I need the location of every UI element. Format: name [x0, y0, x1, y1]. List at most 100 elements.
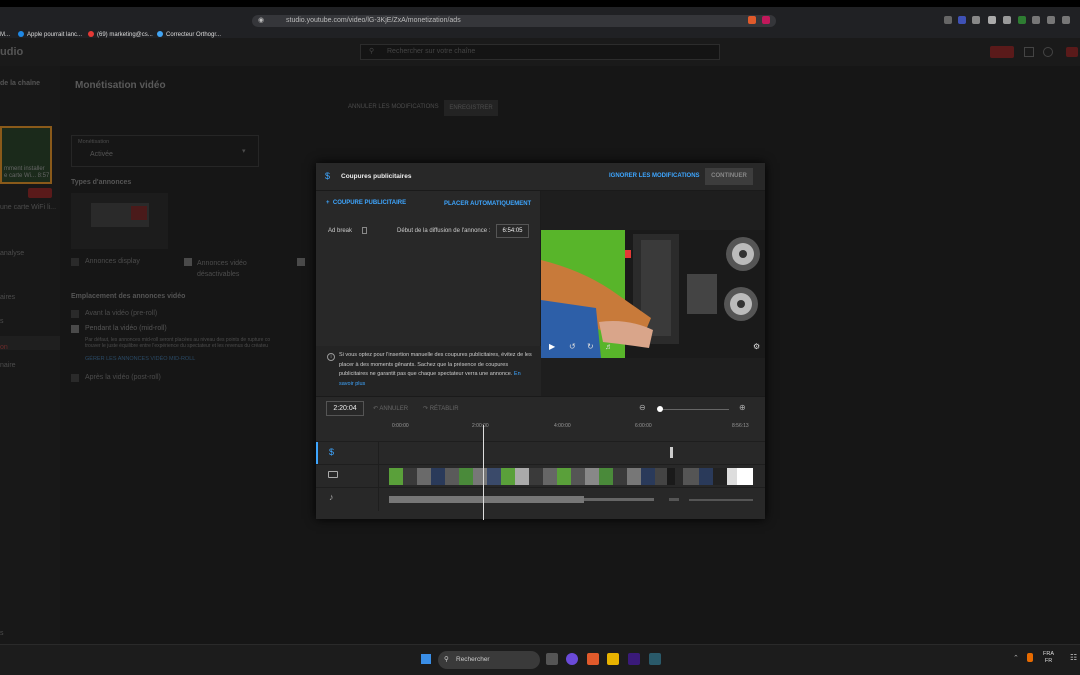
save-button[interactable]: ENREGISTRER [444, 100, 498, 116]
brave-browser-icon[interactable] [587, 653, 599, 665]
redo-icon: ↷ [423, 406, 429, 412]
puzzle-icon[interactable] [1032, 16, 1040, 24]
language-indicator[interactable]: FRA FR [1043, 651, 1054, 665]
studio-search-input[interactable]: ⚲ Rechercher sur votre chaîne [360, 44, 720, 60]
play-icon[interactable]: ▶ [549, 342, 555, 351]
zoom-slider-thumb[interactable] [657, 406, 663, 412]
rewards-icon[interactable] [762, 16, 770, 24]
nav-item[interactable]: s [0, 630, 4, 637]
plus-icon: + [326, 200, 330, 206]
windows-start-icon[interactable] [421, 654, 431, 664]
taskbar-search[interactable]: ⚲ Rechercher [438, 651, 540, 669]
trash-icon[interactable] [362, 227, 367, 234]
midroll-label: Pendant la vidéo (mid-roll) [85, 325, 167, 332]
monetization-select[interactable]: Monétisation Activée ▾ [71, 135, 259, 167]
extension-icon[interactable] [944, 16, 952, 24]
ignore-changes-button[interactable]: IGNORER LES MODIFICATIONS [609, 173, 700, 179]
nav-comments[interactable]: aires [0, 294, 15, 301]
rewind-icon[interactable]: ↺ [569, 342, 576, 351]
profile-icon[interactable] [1062, 16, 1070, 24]
url-text: studio.youtube.com/video/lG-3KjE/ZxA/mon… [286, 17, 461, 24]
continue-button[interactable]: CONTINUER [705, 168, 753, 185]
site-info-icon[interactable]: ◉ [258, 15, 264, 27]
cancel-changes-button[interactable]: ANNULER LES MODIFICATIONS [348, 104, 439, 110]
extension-icon[interactable] [988, 16, 996, 24]
add-ad-break-button[interactable]: + COUPURE PUBLICITAIRE [326, 200, 406, 206]
extension-icon[interactable] [958, 16, 966, 24]
postroll-label: Après la vidéo (post-roll) [85, 374, 161, 381]
upload-icon[interactable] [1066, 47, 1078, 57]
preroll-label: Avant la vidéo (pre-roll) [85, 310, 158, 317]
task-view-icon[interactable] [546, 653, 558, 665]
preroll-checkbox[interactable] [71, 310, 79, 318]
ad-start-time-input[interactable]: 6:54:05 [496, 224, 529, 238]
auto-place-button[interactable]: PLACER AUTOMATIQUEMENT [444, 201, 531, 207]
other-ads-checkbox[interactable] [297, 258, 305, 266]
video-player[interactable]: ▶ ↺ ↻ ♬ ⚙ [541, 230, 765, 358]
sidebar-icon[interactable] [1047, 16, 1055, 24]
file-explorer-icon[interactable] [607, 653, 619, 665]
create-button[interactable] [990, 46, 1014, 58]
search-icon: ⚲ [444, 656, 449, 663]
skippable-ads-label: Annonces vidéo désactivables [197, 260, 247, 278]
extension-icon[interactable] [1003, 16, 1011, 24]
tray-chevron-icon[interactable]: ⌃ [1013, 654, 1019, 662]
manage-midroll-link[interactable]: GÉRER LES ANNONCES VIDÉO MID-ROLL [85, 356, 195, 362]
screen: ◉ studio.youtube.com/video/lG-3KjE/ZxA/m… [0, 0, 1080, 675]
bookmark-icon [18, 31, 24, 38]
skippable-ads-checkbox[interactable] [184, 258, 192, 266]
redo-button[interactable]: ↷ RÉTABLIR [423, 405, 459, 412]
display-ad-preview [71, 193, 168, 249]
premiere-icon[interactable] [628, 653, 640, 665]
thumbnail-caption: mment installer e carte Wi... 8:57 [4, 166, 50, 179]
studio-topbar: udio ⚲ Rechercher sur votre chaîne [0, 38, 1080, 66]
left-nav: de la chaîne mment installer e carte Wi.… [0, 66, 60, 661]
display-ads-checkbox[interactable] [71, 258, 79, 266]
microphone-icon[interactable] [1027, 653, 1033, 662]
extension-icon[interactable] [972, 16, 980, 24]
ad-start-label: Début de la diffusion de l'annonce : [397, 228, 491, 234]
ad-break-marker[interactable] [670, 447, 673, 458]
ad-types-title: Types d'annonces [71, 179, 132, 186]
comment-icon[interactable] [1024, 47, 1034, 57]
midroll-description: Par défaut, les annonces mid-roll seront… [85, 337, 271, 349]
nav-monetization-active[interactable]: on [0, 336, 60, 351]
app-icon[interactable] [649, 653, 661, 665]
nav-analytics[interactable]: analyse [0, 250, 24, 257]
nav-item[interactable]: naire [0, 362, 16, 369]
extension-icon[interactable] [1018, 16, 1026, 24]
ad-break-list: + COUPURE PUBLICITAIRE PLACER AUTOMATIQU… [316, 191, 541, 396]
nav-fragment: une carte WiFi li... [0, 204, 57, 211]
chat-icon[interactable] [566, 653, 578, 665]
forward-icon[interactable]: ↻ [587, 342, 594, 351]
undo-icon: ↶ [373, 406, 379, 412]
address-bar[interactable]: ◉ studio.youtube.com/video/lG-3KjE/ZxA/m… [252, 15, 776, 27]
zoom-in-icon[interactable]: ⊕ [739, 403, 746, 412]
timecode-input[interactable]: 2:20:04 [326, 401, 364, 416]
channel-content-label: de la chaîne [0, 80, 41, 87]
video-track-icon [328, 471, 338, 478]
zoom-slider[interactable] [659, 409, 729, 410]
brave-shield-icon[interactable] [748, 16, 756, 24]
studio-logo[interactable]: udio [0, 46, 23, 58]
zoom-out-icon[interactable]: ⊖ [639, 403, 646, 412]
dialog-header: $ Coupures publicitaires IGNORER LES MOD… [316, 163, 765, 191]
ruler-tick: 4:00:00 [554, 423, 571, 429]
info-text: Si vous optez pour l'insertion manuelle … [339, 352, 532, 387]
ad-placement-title: Emplacement des annonces vidéo [71, 293, 186, 300]
display-ads-label: Annonces display [85, 258, 140, 265]
nav-item[interactable]: s [0, 318, 4, 325]
playhead[interactable] [483, 425, 484, 520]
wifi-icon[interactable]: ☷ [1070, 653, 1077, 662]
chevron-down-icon: ▾ [242, 148, 246, 155]
video-track [316, 464, 765, 488]
monetization-badge [28, 188, 52, 198]
postroll-checkbox[interactable] [71, 374, 79, 382]
volume-icon[interactable]: ♬ [605, 342, 613, 351]
video-thumbnail[interactable]: mment installer e carte Wi... 8:57 [0, 126, 52, 184]
help-icon[interactable] [1043, 47, 1053, 57]
settings-gear-icon[interactable]: ⚙ [753, 342, 760, 351]
search-icon: ⚲ [369, 48, 375, 55]
undo-button[interactable]: ↶ ANNULER [373, 405, 408, 412]
midroll-checkbox[interactable] [71, 325, 79, 333]
